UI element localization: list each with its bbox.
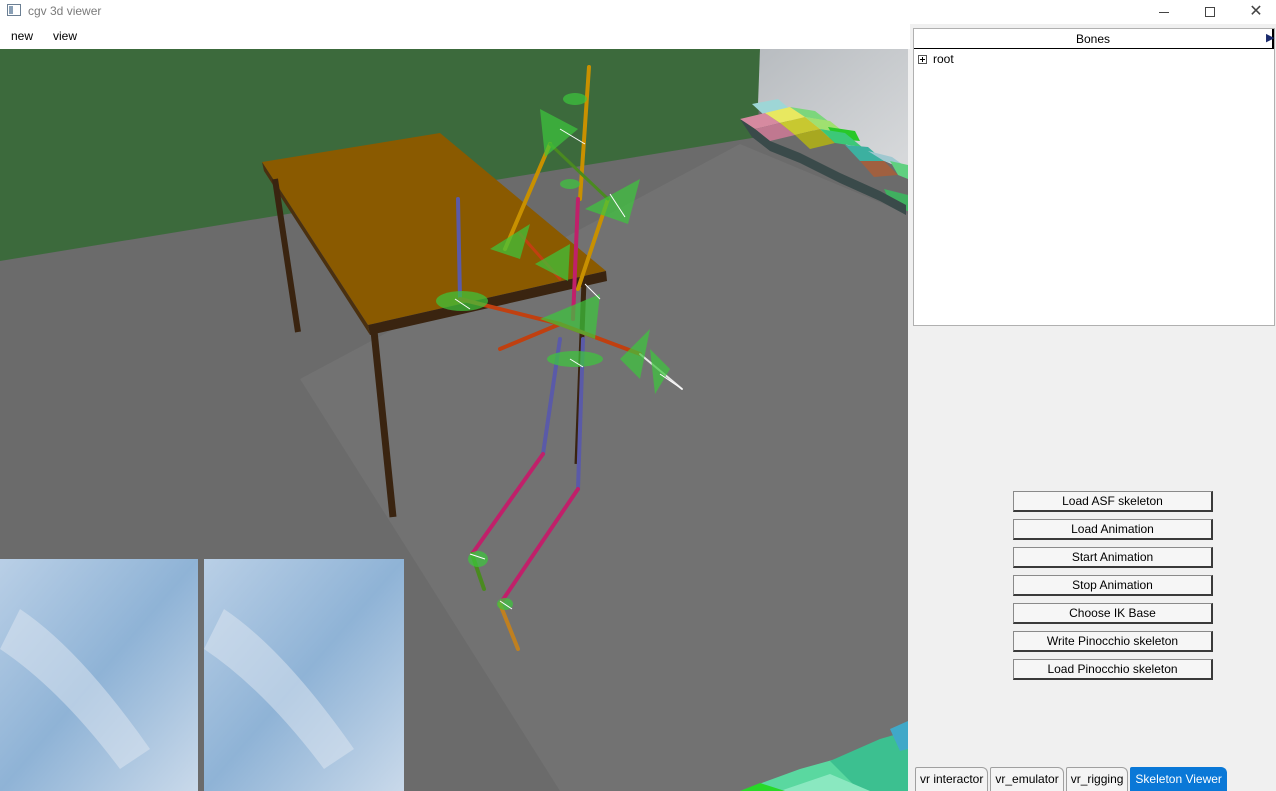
close-button[interactable]: ✕ — [1233, 0, 1276, 24]
scene-canvas — [0, 49, 908, 791]
tree-item-root[interactable]: root — [918, 51, 954, 67]
app-icon — [7, 4, 21, 16]
tree-item-label: root — [933, 52, 954, 66]
expand-icon[interactable] — [918, 54, 927, 64]
minimize-button[interactable] — [1141, 0, 1187, 24]
right-panel: Bones ▶ root Load ASF skeleton Load Anim… — [910, 24, 1276, 791]
collapse-arrow-icon[interactable]: ▶ — [1266, 31, 1276, 45]
write-pinocchio-skeleton-button[interactable]: Write Pinocchio skeleton — [1013, 631, 1213, 652]
menu-bar: new view — [0, 24, 910, 49]
app-window: cgv 3d viewer ✕ new view Bones ▶ root Lo… — [0, 0, 1276, 791]
bones-header[interactable]: Bones — [914, 29, 1274, 49]
load-asf-skeleton-button[interactable]: Load ASF skeleton — [1013, 491, 1213, 512]
bones-tree[interactable]: Bones ▶ root — [913, 28, 1275, 326]
sky-preview-left — [0, 559, 198, 791]
maximize-button[interactable] — [1187, 0, 1233, 24]
tab-vr-emulator[interactable]: vr_emulator — [990, 767, 1064, 791]
window-title: cgv 3d viewer — [28, 4, 102, 18]
minimize-icon — [1159, 11, 1169, 13]
close-icon: ✕ — [1249, 3, 1263, 20]
choose-ik-base-button[interactable]: Choose IK Base — [1013, 603, 1213, 624]
load-pinocchio-skeleton-button[interactable]: Load Pinocchio skeleton — [1013, 659, 1213, 680]
load-animation-button[interactable]: Load Animation — [1013, 519, 1213, 540]
start-animation-button[interactable]: Start Animation — [1013, 547, 1213, 568]
tab-vr-rigging[interactable]: vr_rigging — [1065, 767, 1129, 791]
menu-new[interactable]: new — [0, 24, 42, 49]
sky-preview-right — [204, 559, 404, 791]
tab-vr-interactor[interactable]: vr interactor — [915, 767, 989, 791]
tab-bar: vr interactor vr_emulator vr_rigging Ske… — [915, 766, 1229, 791]
title-bar: cgv 3d viewer ✕ — [0, 0, 1276, 24]
stop-animation-button[interactable]: Stop Animation — [1013, 575, 1213, 596]
3d-viewport[interactable] — [0, 49, 908, 791]
maximize-icon — [1205, 7, 1215, 17]
menu-view[interactable]: view — [42, 24, 86, 49]
tab-skeleton-viewer[interactable]: Skeleton Viewer — [1130, 767, 1227, 791]
